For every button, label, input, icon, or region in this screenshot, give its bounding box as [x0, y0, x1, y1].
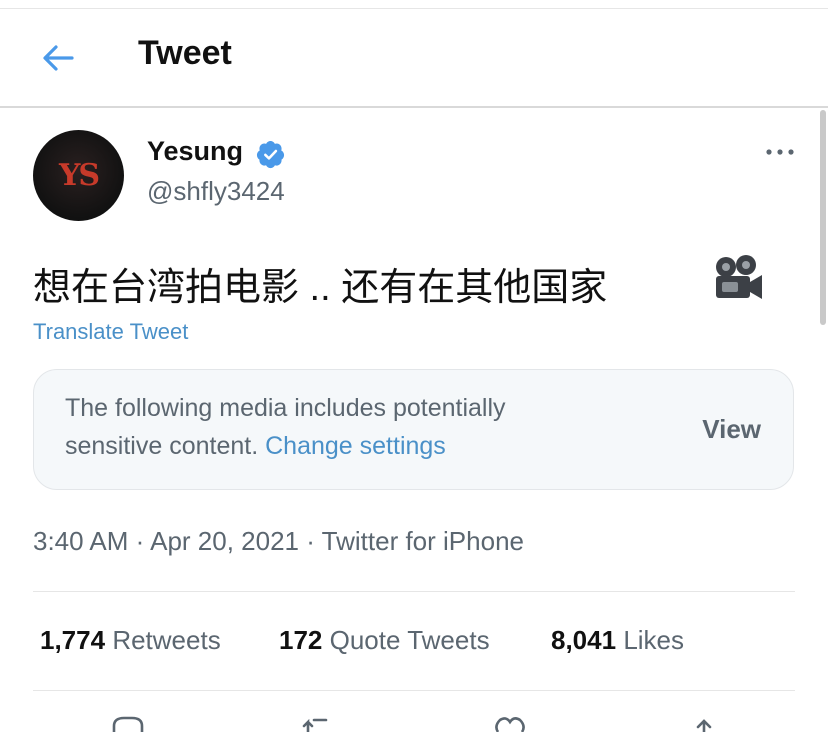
- divider: [33, 690, 795, 691]
- share-icon[interactable]: [686, 712, 722, 734]
- author-handle[interactable]: @shfly3424: [147, 176, 285, 207]
- tweet-text: 想在台湾拍电影 .. 还有在其他国家: [33, 267, 608, 309]
- tweet-time[interactable]: 3:40 AM: [33, 526, 128, 556]
- sensitive-notice-line1: The following media includes potentially: [65, 394, 506, 422]
- author-name[interactable]: Yesung: [147, 136, 243, 167]
- more-options-icon[interactable]: [764, 140, 796, 164]
- sensitive-notice-text: sensitive content.: [65, 432, 259, 460]
- change-settings-link[interactable]: Change settings: [265, 432, 446, 460]
- action-bar: [0, 712, 828, 734]
- retweets-count: 1,774: [40, 625, 106, 655]
- retweets-stat[interactable]: 1,774 Retweets: [40, 625, 221, 656]
- likes-stat[interactable]: 8,041 Likes: [551, 625, 684, 656]
- retweets-label: Retweets: [112, 625, 221, 655]
- retweet-icon[interactable]: [300, 712, 336, 734]
- header-bar: Tweet: [0, 8, 828, 108]
- reply-icon[interactable]: [110, 712, 146, 732]
- avatar-logo: YS: [58, 158, 100, 193]
- back-arrow-icon[interactable]: [38, 38, 78, 78]
- tweet-metadata: 3:40 AM · Apr 20, 2021 · Twitter for iPh…: [33, 526, 524, 557]
- sensitive-media-notice: The following media includes potentially…: [33, 369, 794, 490]
- translate-tweet-link[interactable]: Translate Tweet: [33, 319, 188, 345]
- scrollbar[interactable]: [820, 110, 826, 325]
- meta-separator: ·: [135, 526, 145, 556]
- quotes-count: 172: [279, 625, 323, 655]
- verified-badge-icon: [255, 139, 286, 170]
- like-icon[interactable]: [492, 712, 528, 733]
- page-title: Tweet: [138, 34, 232, 72]
- tweet-date[interactable]: Apr 20, 2021: [150, 526, 299, 556]
- meta-separator: ·: [306, 526, 315, 556]
- likes-label: Likes: [623, 625, 685, 655]
- quotes-label: Quote Tweets: [329, 625, 490, 655]
- movie-camera-icon: [712, 254, 764, 304]
- likes-count: 8,041: [551, 625, 617, 655]
- view-button[interactable]: View: [702, 414, 761, 445]
- divider: [33, 591, 795, 592]
- sensitive-notice-line2: sensitive content. Change settings: [65, 432, 446, 461]
- avatar[interactable]: YS: [33, 130, 124, 221]
- quote-tweets-stat[interactable]: 172 Quote Tweets: [279, 625, 490, 656]
- tweet-source[interactable]: Twitter for iPhone: [322, 526, 524, 556]
